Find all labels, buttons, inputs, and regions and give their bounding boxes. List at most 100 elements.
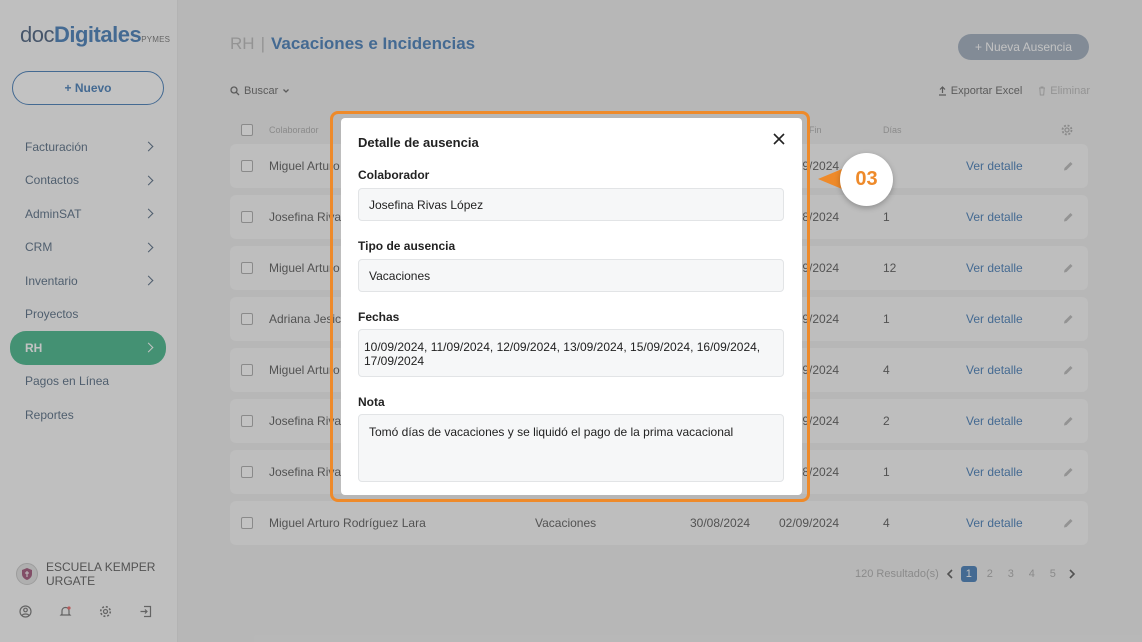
row-checkbox[interactable]: [241, 313, 253, 325]
page-title: Vacaciones e Incidencias: [270, 34, 476, 53]
absence-type-field: Vacaciones: [358, 259, 784, 292]
days-cell: 1: [883, 210, 890, 224]
sidebar-item-crm[interactable]: CRM: [10, 231, 166, 265]
view-detail-link[interactable]: Ver detalle: [966, 261, 1023, 275]
gear-icon[interactable]: [1061, 124, 1073, 136]
sidebar-item-reportes[interactable]: Reportes: [10, 398, 166, 432]
edit-icon[interactable]: [1063, 263, 1074, 274]
absence-type-label: Tipo de ausencia: [358, 239, 456, 253]
sidebar-item-proyectos[interactable]: Proyectos: [10, 298, 166, 332]
new-absence-button[interactable]: + Nueva Ausencia: [958, 34, 1089, 60]
search-toggle[interactable]: Buscar: [230, 85, 290, 97]
page-button-1[interactable]: 1: [960, 566, 977, 582]
row-checkbox[interactable]: [241, 262, 253, 274]
view-detail-link[interactable]: Ver detalle: [966, 312, 1023, 326]
days-cell: 4: [883, 516, 890, 530]
view-detail-link[interactable]: Ver detalle: [966, 516, 1023, 530]
modal-title: Detalle de ausencia: [358, 135, 479, 150]
page-button-4[interactable]: 4: [1024, 566, 1040, 582]
view-detail-link[interactable]: Ver detalle: [966, 210, 1023, 224]
note-field: Tomó días de vacaciones y se liquidó el …: [358, 414, 784, 482]
view-detail-link[interactable]: Ver detalle: [966, 414, 1023, 428]
sidebar-item-label: AdminSAT: [25, 206, 82, 221]
close-icon[interactable]: [772, 132, 786, 146]
chevron-down-icon: [283, 89, 290, 93]
sidebar-item-rh[interactable]: RH: [10, 331, 166, 365]
logout-icon[interactable]: [138, 604, 152, 618]
dates-label: Fechas: [358, 310, 400, 324]
table-row[interactable]: Miguel Arturo Rodríguez Lara Vacaciones 30…: [230, 501, 1088, 545]
sidebar-item-label: Reportes: [25, 407, 74, 422]
column-header-end[interactable]: Fin: [809, 125, 822, 135]
row-checkbox[interactable]: [241, 415, 253, 427]
prev-page-button[interactable]: [944, 566, 956, 582]
start-date-cell: 30/08/2024: [690, 516, 751, 530]
search-icon: [230, 86, 240, 96]
breadcrumb[interactable]: RH: [230, 34, 255, 53]
chevron-right-icon: [143, 208, 154, 219]
column-header-days[interactable]: Días: [883, 125, 902, 135]
sidebar-item-label: RH: [25, 340, 43, 355]
chevron-right-icon: [1069, 569, 1075, 579]
sidebar-item-label: Contactos: [25, 173, 80, 188]
sidebar-item-adminsat[interactable]: AdminSAT: [10, 197, 166, 231]
pagination: 120 Resultado(s) 1 2 3 4 5: [855, 566, 1078, 582]
row-checkbox[interactable]: [241, 211, 253, 223]
company-switcher[interactable]: ESCUELA KEMPER URGATE: [16, 560, 172, 588]
upload-icon: [938, 86, 946, 96]
sidebar-footer-icons: [18, 604, 152, 618]
page-header: RH | Vacaciones e Incidencias: [230, 34, 475, 54]
company-avatar: [16, 563, 38, 585]
days-cell: 12: [883, 261, 897, 275]
sidebar-item-label: Proyectos: [25, 307, 79, 322]
bell-icon[interactable]: [58, 604, 72, 618]
new-button[interactable]: + Nuevo: [12, 71, 164, 105]
view-detail-link[interactable]: Ver detalle: [966, 159, 1023, 173]
edit-icon[interactable]: [1063, 518, 1074, 529]
sidebar-item-inventario[interactable]: Inventario: [10, 264, 166, 298]
edit-icon[interactable]: [1063, 467, 1074, 478]
sidebar-item-label: CRM: [25, 240, 53, 255]
edit-icon[interactable]: [1063, 416, 1074, 427]
view-detail-link[interactable]: Ver detalle: [966, 363, 1023, 377]
chevron-right-icon: [143, 275, 154, 286]
step-pointer: [818, 169, 842, 189]
chevron-right-icon: [143, 342, 154, 353]
edit-icon[interactable]: [1063, 161, 1074, 172]
absence-detail-modal: Detalle de ausencia Colaborador Josefina…: [341, 118, 802, 495]
gear-icon[interactable]: [98, 604, 112, 618]
search-label: Buscar: [244, 85, 279, 97]
page-button-3[interactable]: 3: [1003, 566, 1019, 582]
delete-button[interactable]: Eliminar: [1038, 85, 1090, 97]
results-count: 120 Resultado(s): [855, 568, 939, 580]
app-logo[interactable]: docDigitalesPYMES: [20, 22, 170, 48]
collaborator-cell: Miguel Arturo Rodríguez Lara: [269, 516, 426, 530]
sidebar-item-contactos[interactable]: Contactos: [10, 164, 166, 198]
user-icon[interactable]: [18, 604, 32, 618]
days-cell: 1: [883, 465, 890, 479]
table-actions: Exportar Excel Eliminar: [938, 85, 1090, 97]
sidebar-item-facturacion[interactable]: Facturación: [10, 130, 166, 164]
row-checkbox[interactable]: [241, 517, 253, 529]
next-page-button[interactable]: [1066, 566, 1078, 582]
column-header-collaborator[interactable]: Colaborador: [269, 125, 319, 135]
row-checkbox[interactable]: [241, 364, 253, 376]
export-excel-button[interactable]: Exportar Excel: [938, 85, 1022, 97]
company-name: ESCUELA KEMPER URGATE: [46, 560, 156, 588]
edit-icon[interactable]: [1063, 212, 1074, 223]
row-checkbox[interactable]: [241, 466, 253, 478]
end-date-cell: 02/09/2024: [779, 516, 840, 530]
page-button-2[interactable]: 2: [982, 566, 998, 582]
collaborator-label: Colaborador: [358, 168, 430, 182]
edit-icon[interactable]: [1063, 314, 1074, 325]
page-button-5[interactable]: 5: [1045, 566, 1061, 582]
select-all-checkbox[interactable]: [241, 124, 253, 136]
sidebar-nav: Facturación Contactos AdminSAT CRM Inven…: [10, 130, 166, 432]
row-checkbox[interactable]: [241, 160, 253, 172]
dates-field: 10/09/2024, 11/09/2024, 12/09/2024, 13/0…: [358, 329, 784, 377]
type-cell: Vacaciones: [535, 516, 597, 530]
days-cell: 1: [883, 312, 890, 326]
view-detail-link[interactable]: Ver detalle: [966, 465, 1023, 479]
edit-icon[interactable]: [1063, 365, 1074, 376]
sidebar-item-pagos[interactable]: Pagos en Línea: [10, 365, 166, 399]
